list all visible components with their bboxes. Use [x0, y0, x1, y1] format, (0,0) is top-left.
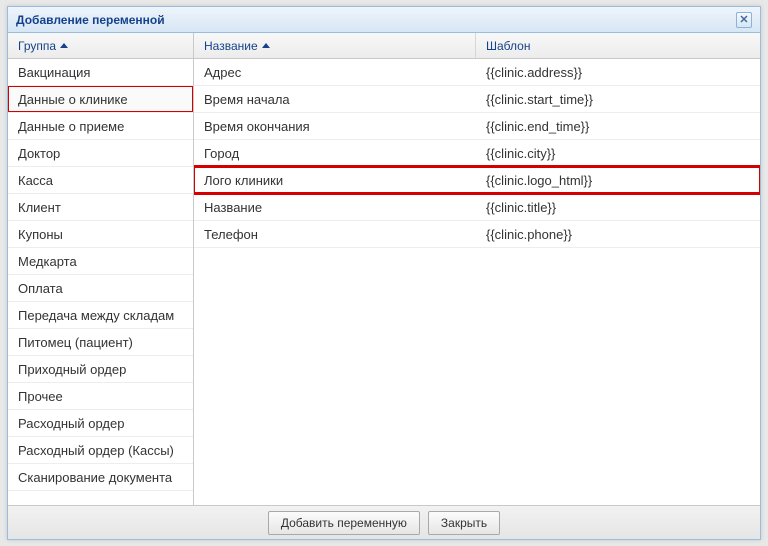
- variable-template: {{clinic.logo_html}}: [476, 167, 760, 193]
- close-button[interactable]: Закрыть: [428, 511, 500, 535]
- variable-template: {{clinic.end_time}}: [476, 113, 760, 139]
- group-item[interactable]: Медкарта: [8, 248, 193, 275]
- variable-row[interactable]: Время начала{{clinic.start_time}}: [194, 86, 760, 113]
- variable-row[interactable]: Время окончания{{clinic.end_time}}: [194, 113, 760, 140]
- group-item[interactable]: Питомец (пациент): [8, 329, 193, 356]
- group-item[interactable]: Сканирование документа: [8, 464, 193, 491]
- group-list: ВакцинацияДанные о клиникеДанные о прием…: [8, 59, 193, 505]
- variable-name: Лого клиники: [194, 167, 476, 193]
- group-item[interactable]: Расходный ордер (Кассы): [8, 437, 193, 464]
- variable-template: {{clinic.title}}: [476, 194, 760, 220]
- variable-name: Название: [194, 194, 476, 220]
- variable-row[interactable]: Адрес{{clinic.address}}: [194, 59, 760, 86]
- variable-header-row: Название Шаблон: [194, 33, 760, 59]
- variable-template: {{clinic.city}}: [476, 140, 760, 166]
- variable-template: {{clinic.start_time}}: [476, 86, 760, 112]
- titlebar: Добавление переменной ✕: [8, 7, 760, 33]
- group-panel: Группа ВакцинацияДанные о клиникеДанные …: [8, 33, 194, 505]
- variable-template: {{clinic.phone}}: [476, 221, 760, 247]
- variable-name: Адрес: [194, 59, 476, 85]
- group-item[interactable]: Передача между складам: [8, 302, 193, 329]
- variable-template: {{clinic.address}}: [476, 59, 760, 85]
- variable-name: Город: [194, 140, 476, 166]
- column-header-name[interactable]: Название: [194, 33, 476, 58]
- variable-row[interactable]: Телефон{{clinic.phone}}: [194, 221, 760, 248]
- sort-asc-icon: [262, 43, 270, 48]
- variable-name: Время начала: [194, 86, 476, 112]
- variable-row[interactable]: Город{{clinic.city}}: [194, 140, 760, 167]
- group-item[interactable]: Клиент: [8, 194, 193, 221]
- window-title: Добавление переменной: [16, 13, 165, 27]
- variable-name: Телефон: [194, 221, 476, 247]
- close-icon[interactable]: ✕: [736, 12, 752, 28]
- group-item[interactable]: Купоны: [8, 221, 193, 248]
- group-item[interactable]: Прочее: [8, 383, 193, 410]
- group-item[interactable]: Расходный ордер: [8, 410, 193, 437]
- group-header-row: Группа: [8, 33, 193, 59]
- dialog-body: Группа ВакцинацияДанные о клиникеДанные …: [8, 33, 760, 505]
- variable-row[interactable]: Название{{clinic.title}}: [194, 194, 760, 221]
- variable-name: Время окончания: [194, 113, 476, 139]
- column-header-template-label: Шаблон: [486, 39, 530, 53]
- group-item[interactable]: Приходный ордер: [8, 356, 193, 383]
- column-header-name-label: Название: [204, 39, 258, 53]
- group-item[interactable]: Данные о приеме: [8, 113, 193, 140]
- column-header-group[interactable]: Группа: [8, 33, 193, 58]
- column-header-template[interactable]: Шаблон: [476, 33, 760, 58]
- column-header-group-label: Группа: [18, 39, 56, 53]
- dialog-window: Добавление переменной ✕ Группа Вакцинаци…: [7, 6, 761, 540]
- group-item[interactable]: Касса: [8, 167, 193, 194]
- variable-panel: Название Шаблон Адрес{{clinic.address}}В…: [194, 33, 760, 505]
- group-item[interactable]: Вакцинация: [8, 59, 193, 86]
- group-item[interactable]: Оплата: [8, 275, 193, 302]
- sort-asc-icon: [60, 43, 68, 48]
- group-item[interactable]: Данные о клинике: [8, 86, 193, 113]
- variable-list: Адрес{{clinic.address}}Время начала{{cli…: [194, 59, 760, 505]
- add-variable-button[interactable]: Добавить переменную: [268, 511, 420, 535]
- dialog-footer: Добавить переменную Закрыть: [8, 505, 760, 539]
- group-item[interactable]: Доктор: [8, 140, 193, 167]
- variable-row[interactable]: Лого клиники{{clinic.logo_html}}: [194, 167, 760, 194]
